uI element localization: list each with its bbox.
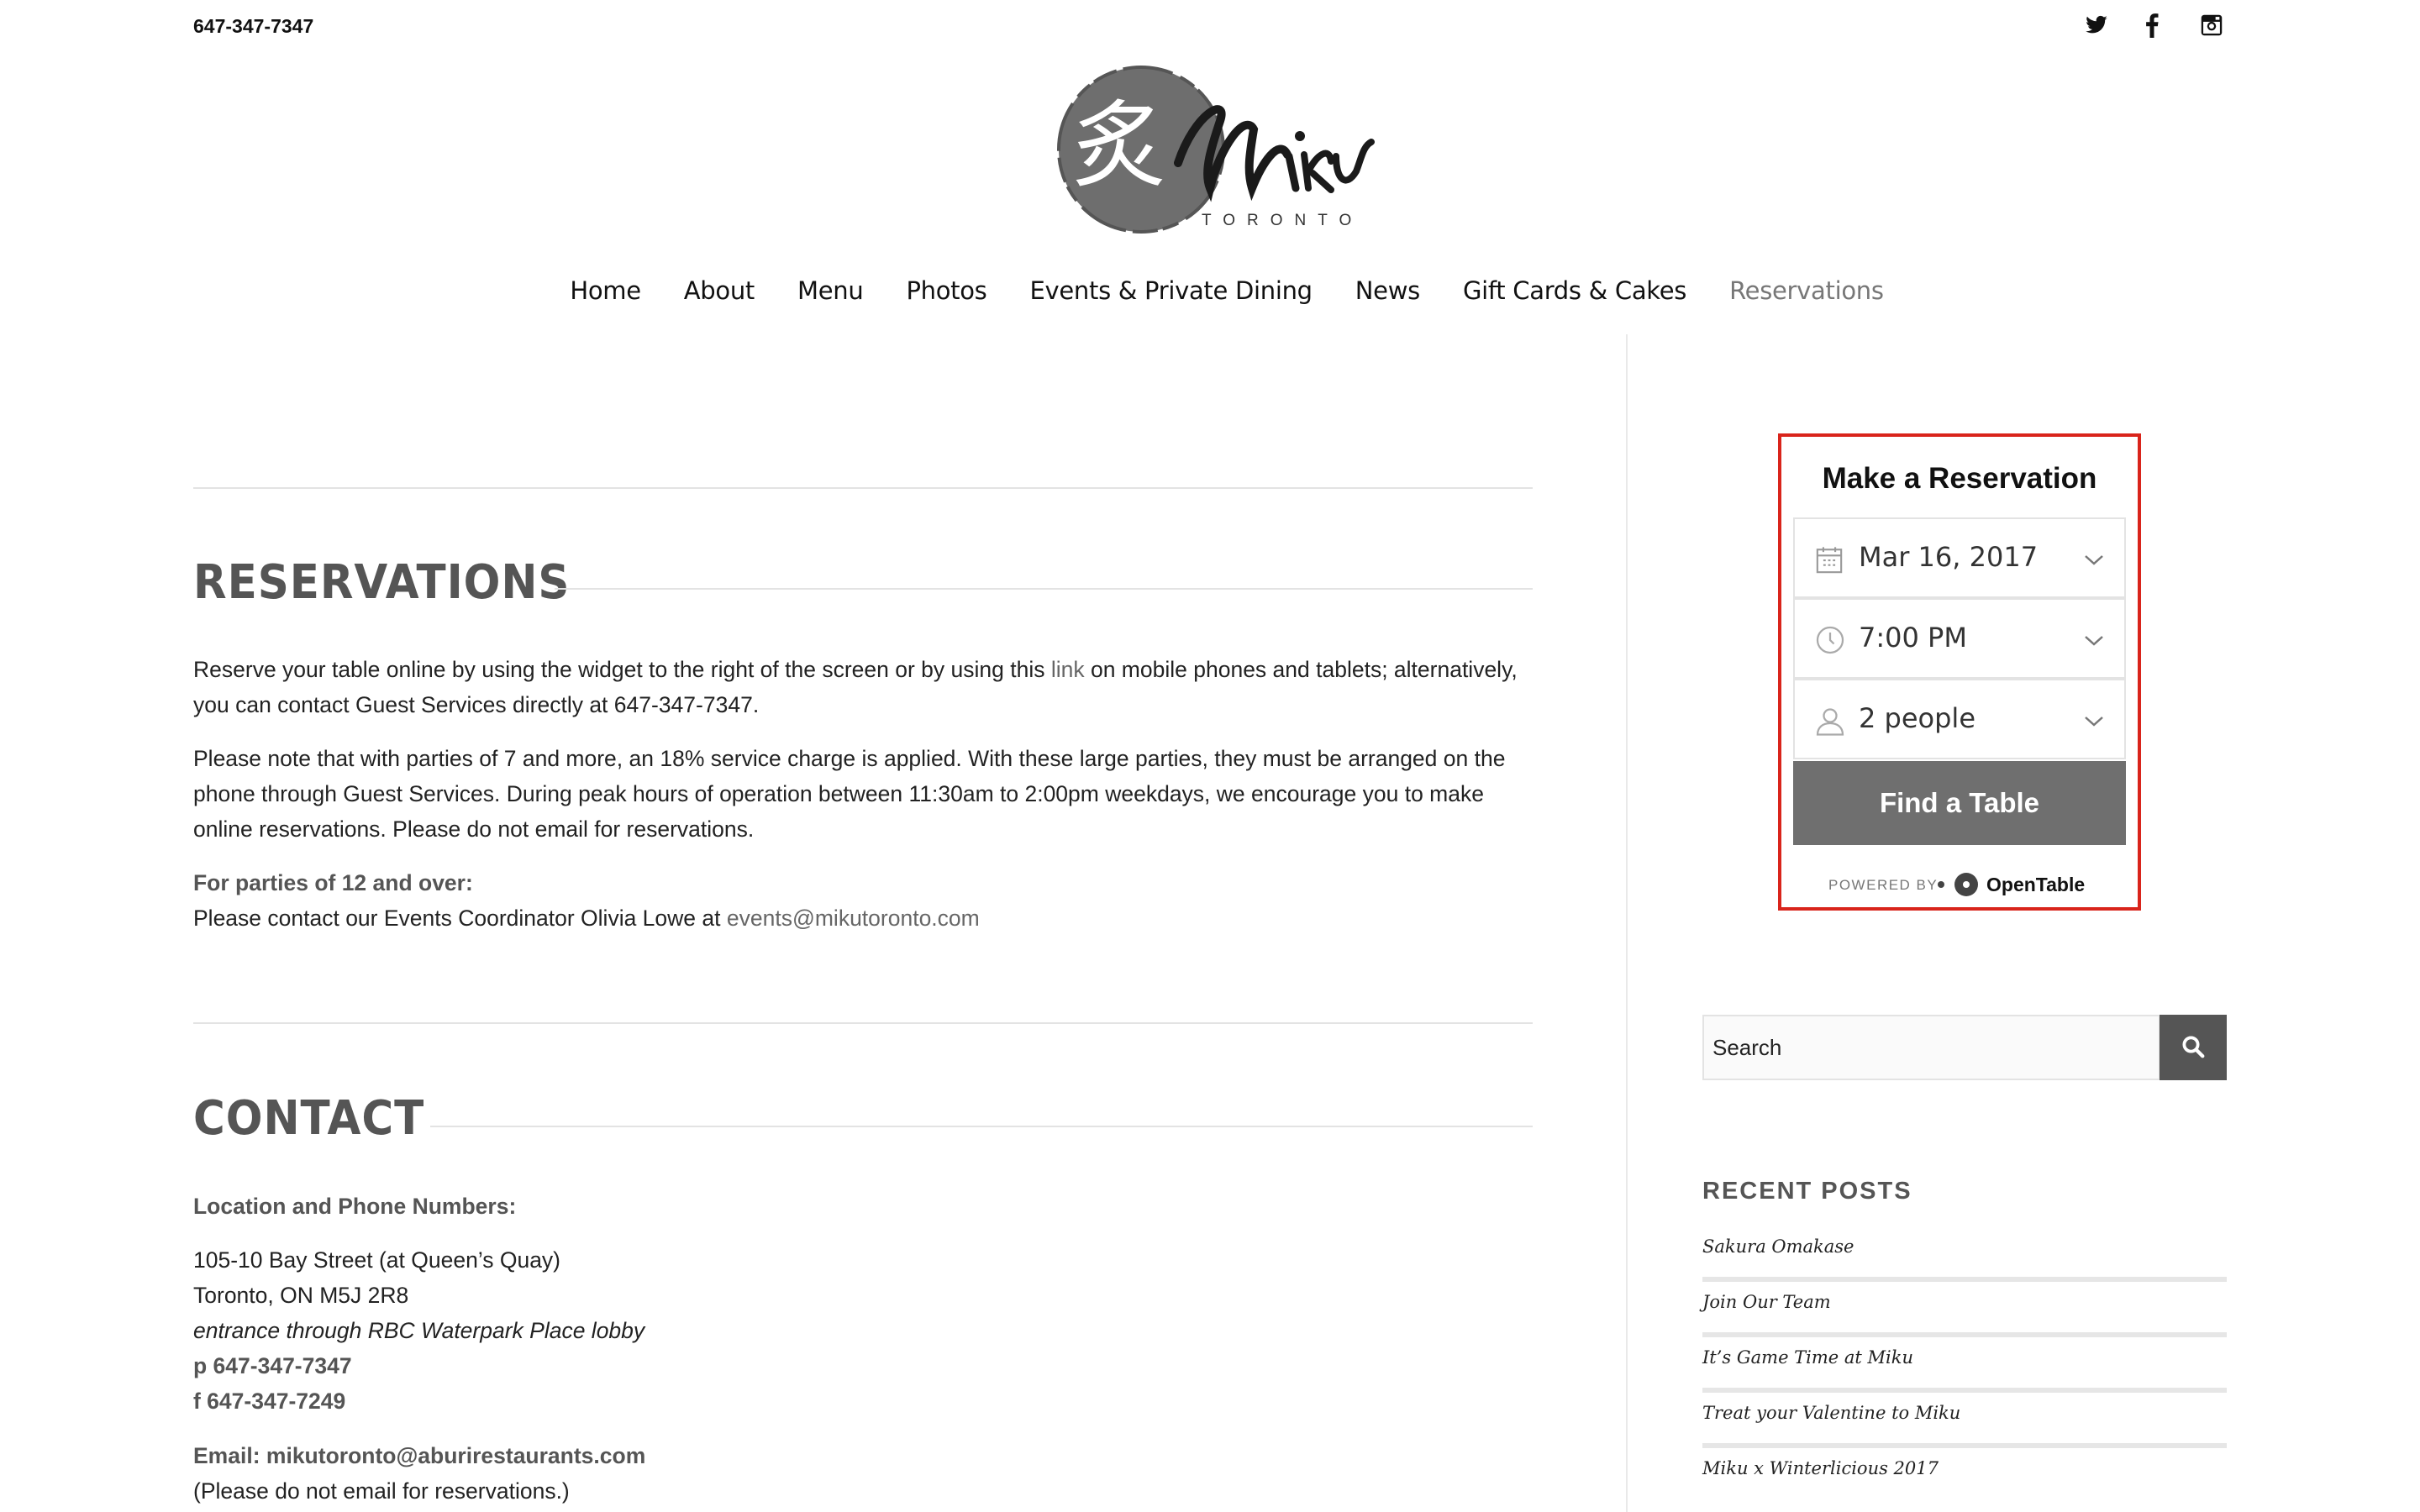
fax-number: f 647-347-7249: [193, 1389, 346, 1414]
phone-number: p 647-347-7347: [193, 1353, 352, 1378]
calendar-icon: [1816, 547, 1843, 574]
address-line-1: 105-10 Bay Street (at Queen’s Quay): [193, 1247, 561, 1273]
events-email-link[interactable]: events@mikutoronto.com: [727, 906, 980, 931]
nav-about[interactable]: About: [662, 272, 776, 309]
sidebar-divider: [1626, 334, 1628, 1512]
reservation-widget: Make a Reservation Mar 16, 2017 7:00 PM …: [1778, 433, 2141, 911]
recent-post-link[interactable]: Join Our Team: [1702, 1292, 1831, 1312]
find-table-button[interactable]: Find a Table: [1793, 761, 2126, 845]
nav-home[interactable]: Home: [549, 272, 662, 309]
logo-tagline: TORONTO: [1202, 212, 1364, 229]
recent-posts-heading: RECENT POSTS: [1702, 1178, 1912, 1205]
contact-email: Email: mikutoronto@aburirestaurants.com: [193, 1443, 646, 1468]
chevron-down-icon: [2085, 636, 2103, 646]
recent-post-item: Sakura Omakase: [1702, 1226, 2227, 1282]
contact-details: 105-10 Bay Street (at Queen’s Quay) Toro…: [193, 1242, 1538, 1419]
divider: [193, 487, 1533, 489]
reservations-heading: RESERVATIONS: [193, 555, 571, 610]
search-input[interactable]: [1702, 1015, 2160, 1080]
search-button[interactable]: [2160, 1015, 2227, 1080]
email-note: (Please do not email for reservations.): [193, 1478, 570, 1504]
person-icon: [1816, 708, 1844, 736]
powered-by-opentable[interactable]: POWERED BY OpenTable: [1781, 864, 2138, 904]
entrance-note: entrance through RBC Waterpark Place lob…: [193, 1318, 645, 1343]
nav-gift-cards[interactable]: Gift Cards & Cakes: [1441, 272, 1707, 309]
heading-rule: [555, 588, 1533, 590]
widget-title: Make a Reservation: [1822, 462, 2097, 495]
nav-news[interactable]: News: [1334, 272, 1441, 309]
divider: [193, 1022, 1533, 1024]
opentable-brand: OpenTable: [1986, 874, 2086, 895]
opentable-logo-icon: [1938, 873, 1978, 896]
main-nav: Home About Menu Photos Events & Private …: [0, 272, 2420, 309]
mobile-reservation-link[interactable]: link: [1051, 657, 1085, 682]
clock-icon: [1816, 626, 1844, 654]
social-links: [2084, 10, 2244, 40]
recent-post-item: Treat your Valentine to Miku: [1702, 1393, 2227, 1448]
search-icon: [2182, 1036, 2205, 1058]
address-line-2: Toronto, ON M5J 2R8: [193, 1283, 409, 1308]
date-select[interactable]: Mar 16, 2017: [1793, 517, 2126, 598]
contact-heading: CONTACT: [193, 1091, 425, 1146]
recent-post-link[interactable]: Treat your Valentine to Miku: [1702, 1403, 1960, 1423]
recent-post-item: Miku x Winterlicious 2017: [1702, 1448, 2227, 1504]
nav-events[interactable]: Events & Private Dining: [1008, 272, 1334, 309]
recent-post-link[interactable]: It’s Game Time at Miku: [1702, 1347, 1913, 1368]
location-heading: Location and Phone Numbers:: [193, 1194, 517, 1219]
chevron-down-icon: [2085, 717, 2103, 727]
recent-post-link[interactable]: Miku x Winterlicious 2017: [1702, 1458, 1939, 1478]
logo-kanji: 炙: [1072, 92, 1166, 201]
recent-post-item: Join Our Team: [1702, 1282, 2227, 1337]
large-party-note: Please note that with parties of 7 and m…: [193, 746, 1506, 842]
chevron-down-icon: [2085, 555, 2103, 565]
date-value: Mar 16, 2017: [1859, 541, 2039, 573]
large-party-heading: For parties of 12 and over:: [193, 870, 473, 895]
nav-menu[interactable]: Menu: [776, 272, 885, 309]
time-value: 7:00 PM: [1859, 622, 1967, 654]
recent-post-link[interactable]: Sakura Omakase: [1702, 1236, 1854, 1257]
party-size-value: 2 people: [1859, 702, 1975, 734]
instagram-icon[interactable]: [2200, 13, 2223, 37]
facebook-icon[interactable]: [2144, 13, 2160, 38]
header-phone: 647-347-7347: [193, 15, 314, 37]
nav-photos[interactable]: Photos: [885, 272, 1008, 309]
party-size-select[interactable]: 2 people: [1793, 679, 2126, 759]
powered-by-label: POWERED BY: [1828, 877, 1939, 893]
recent-post-item: It’s Game Time at Miku: [1702, 1337, 2227, 1393]
time-select[interactable]: 7:00 PM: [1793, 598, 2126, 679]
email-block: Email: mikutoronto@aburirestaurants.com …: [193, 1438, 1538, 1509]
large-party-block: For parties of 12 and over: Please conta…: [193, 865, 1538, 936]
heading-rule: [430, 1126, 1533, 1127]
reservations-intro: Reserve your table online by using the w…: [193, 657, 1518, 717]
nav-reservations[interactable]: Reservations: [1708, 272, 1906, 309]
twitter-icon[interactable]: [2084, 13, 2109, 37]
